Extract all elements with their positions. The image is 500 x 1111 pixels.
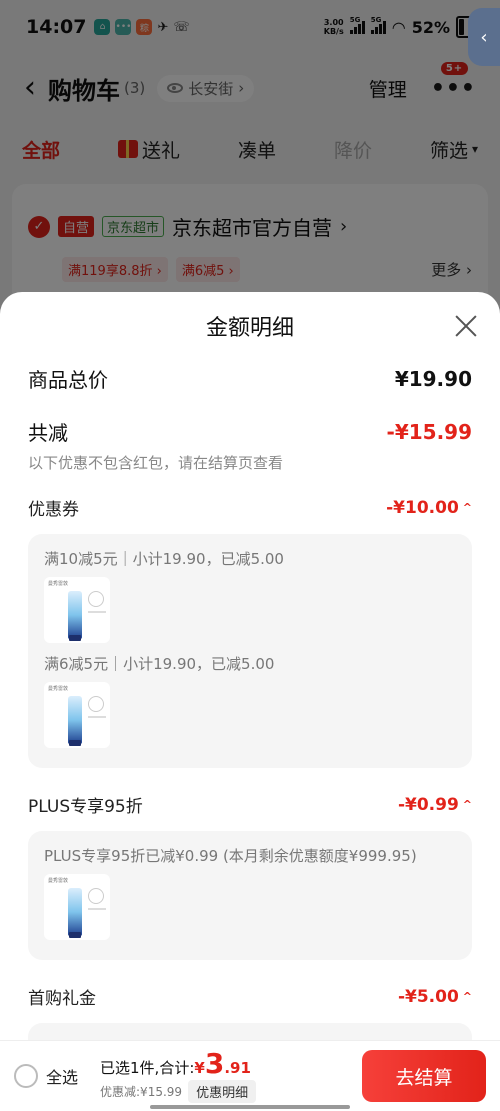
plus-discount-row[interactable]: PLUS专享95折 -¥0.99 ^ — [28, 792, 472, 818]
first-purchase-label: 首购礼金 — [28, 989, 96, 1009]
first-purchase-value: -¥5.00 ^ — [398, 987, 472, 1007]
product-brand: 曼秀雷敦 — [48, 581, 69, 587]
product-thumbnail: 曼秀雷敦 — [44, 682, 110, 748]
chevron-left-icon: ‹ — [480, 26, 488, 48]
plus-detail-text: PLUS专享95折已减¥0.99 (本月剩余优惠额度¥999.95) — [44, 847, 417, 865]
coupon-amount: -¥10.00 — [386, 497, 459, 518]
amount-detail-sheet: 金额明细 商品总价 ¥19.90 共减 -¥15.99 以下优惠不包含红包，请在… — [0, 292, 500, 1111]
reduce-note: 以下优惠不包含红包，请在结算页查看 — [28, 454, 284, 472]
plus-discount-amount: -¥0.99 — [397, 794, 459, 815]
first-purchase-row[interactable]: 首购礼金 -¥5.00 ^ — [28, 984, 472, 1010]
checkout-bar: 全选 已选1件,合计: ¥ 3 .91 优惠减:¥15.99 优惠明细 去结算 — [0, 1040, 500, 1111]
currency-symbol: ¥ — [194, 1058, 205, 1077]
sheet-body: 商品总价 ¥19.90 共减 -¥15.99 以下优惠不包含红包，请在结算页查看… — [0, 360, 500, 1042]
coupon-row[interactable]: 优惠券 -¥10.00 ^ — [28, 495, 472, 521]
chevron-up-icon: ^ — [462, 501, 472, 514]
total-reduce-label: 共减 — [28, 421, 68, 445]
home-indicator — [150, 1105, 350, 1109]
plus-discount-label: PLUS专享95折 — [28, 797, 143, 817]
total-price-row: 商品总价 ¥19.90 — [28, 364, 472, 393]
plus-discount-value: -¥0.99 ^ — [398, 795, 472, 815]
coupon-detail-text: 满10减5元｜小计19.90，已减5.00 — [44, 550, 284, 568]
first-purchase-amount: -¥5.00 — [397, 986, 459, 1007]
discount-detail-button[interactable]: 优惠明细 — [188, 1079, 257, 1103]
coupon-label: 优惠券 — [28, 500, 79, 520]
discount-note: 优惠减:¥15.99 — [100, 1084, 183, 1099]
select-all-checkbox[interactable] — [14, 1064, 38, 1088]
side-panel-handle[interactable]: ‹ — [468, 8, 500, 66]
checkout-button[interactable]: 去结算 — [362, 1050, 486, 1102]
total-reduce-row: 共减 -¥15.99 — [28, 417, 472, 446]
product-brand: 曼秀雷敦 — [48, 878, 69, 884]
close-icon[interactable] — [454, 314, 478, 338]
sheet-header: 金额明细 — [0, 292, 500, 360]
totals-bottom: 优惠减:¥15.99 优惠明细 — [100, 1079, 257, 1103]
totals: 已选1件,合计: ¥ 3 .91 优惠减:¥15.99 优惠明细 — [100, 1046, 257, 1103]
plus-detail-box: PLUS专享95折已减¥0.99 (本月剩余优惠额度¥999.95) 曼秀雷敦 — [28, 831, 472, 960]
coupon-detail-box: 满10减5元｜小计19.90，已减5.00 曼秀雷敦 满6减5元｜小计19.90… — [28, 534, 472, 768]
select-all-label[interactable]: 全选 — [46, 1064, 78, 1088]
product-thumbnail: 曼秀雷敦 — [44, 577, 110, 643]
chevron-up-icon: ^ — [462, 990, 472, 1003]
product-thumbnail: 曼秀雷敦 — [44, 874, 110, 940]
coupon-detail-text: 满6减5元｜小计19.90，已减5.00 — [44, 655, 275, 673]
coupon-value: -¥10.00 ^ — [386, 498, 472, 518]
price-integer: 3 — [204, 1046, 225, 1080]
selected-total-label: 已选1件,合计: — [100, 1058, 195, 1077]
chevron-up-icon: ^ — [462, 798, 472, 811]
sheet-title: 金额明细 — [205, 316, 294, 341]
total-price-label: 商品总价 — [28, 368, 108, 392]
total-price-value: ¥19.90 — [394, 366, 472, 391]
price-decimal: .91 — [224, 1058, 251, 1077]
totals-top: 已选1件,合计: ¥ 3 .91 — [100, 1046, 256, 1080]
product-brand: 曼秀雷敦 — [48, 686, 69, 692]
total-reduce-value: -¥15.99 — [386, 419, 472, 444]
